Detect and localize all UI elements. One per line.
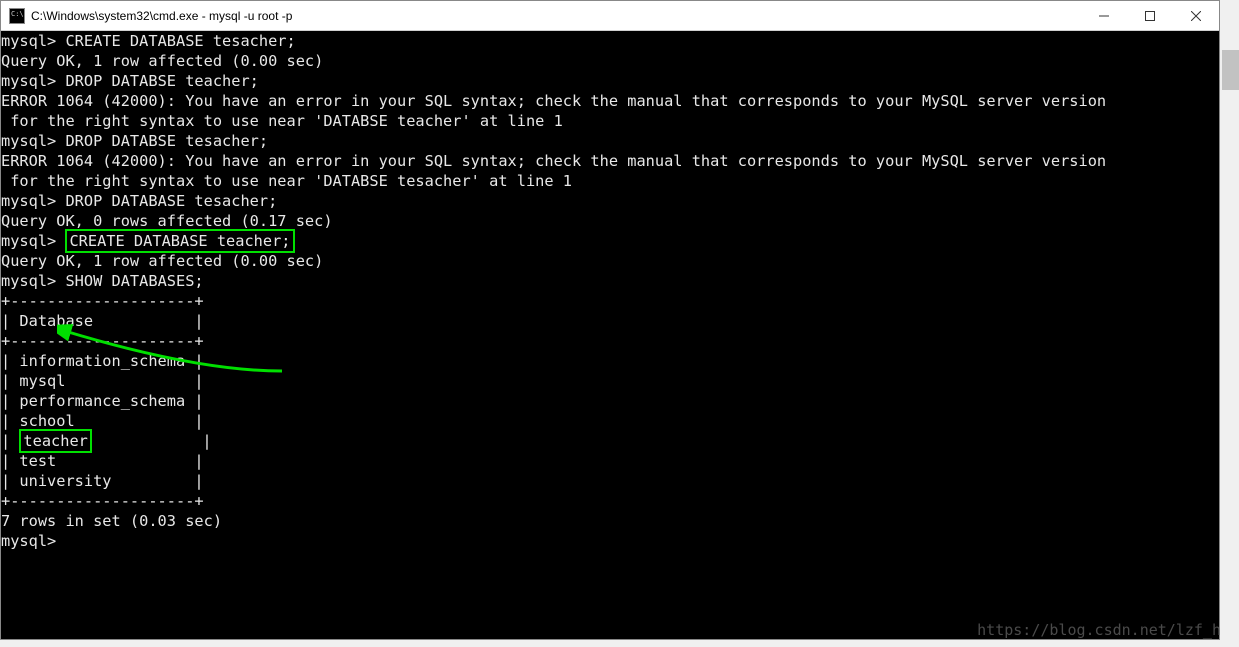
scrollbar-thumb[interactable] [1222, 50, 1239, 90]
close-button[interactable] [1173, 1, 1219, 31]
terminal-output[interactable]: mysql> CREATE DATABASE tesacher;Query OK… [1, 31, 1219, 639]
window-controls [1081, 1, 1219, 31]
titlebar[interactable]: C:\Windows\system32\cmd.exe - mysql -u r… [1, 1, 1219, 31]
watermark: https://blog.csdn.net/lzf_h [977, 621, 1221, 639]
cmd-window: C:\Windows\system32\cmd.exe - mysql -u r… [0, 0, 1220, 640]
cmd-icon [9, 8, 25, 24]
scrollbar[interactable] [1222, 30, 1239, 647]
minimize-button[interactable] [1081, 1, 1127, 31]
maximize-button[interactable] [1127, 1, 1173, 31]
window-title: C:\Windows\system32\cmd.exe - mysql -u r… [31, 9, 1081, 23]
